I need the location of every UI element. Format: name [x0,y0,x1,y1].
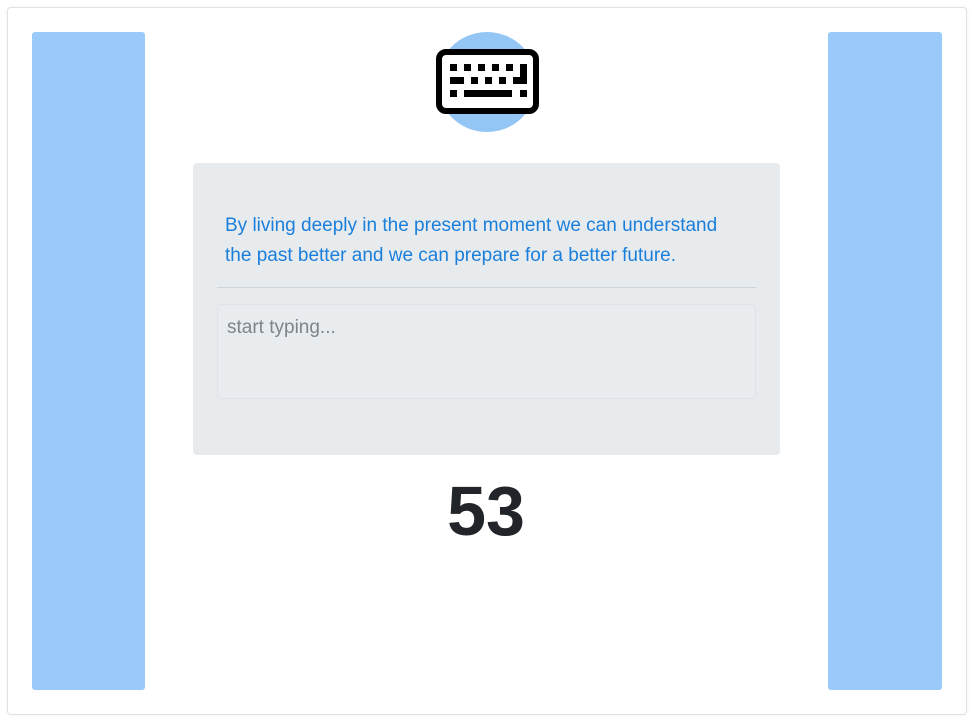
typing-input[interactable] [217,304,756,399]
quote-text: By living deeply in the present moment w… [225,215,718,266]
right-side-panel [828,32,942,690]
divider [217,287,756,288]
left-side-panel [32,32,145,690]
keyboard-icon [436,49,539,114]
typing-card: By living deeply in the present moment w… [193,163,780,455]
timer-counter: 53 [447,472,525,550]
